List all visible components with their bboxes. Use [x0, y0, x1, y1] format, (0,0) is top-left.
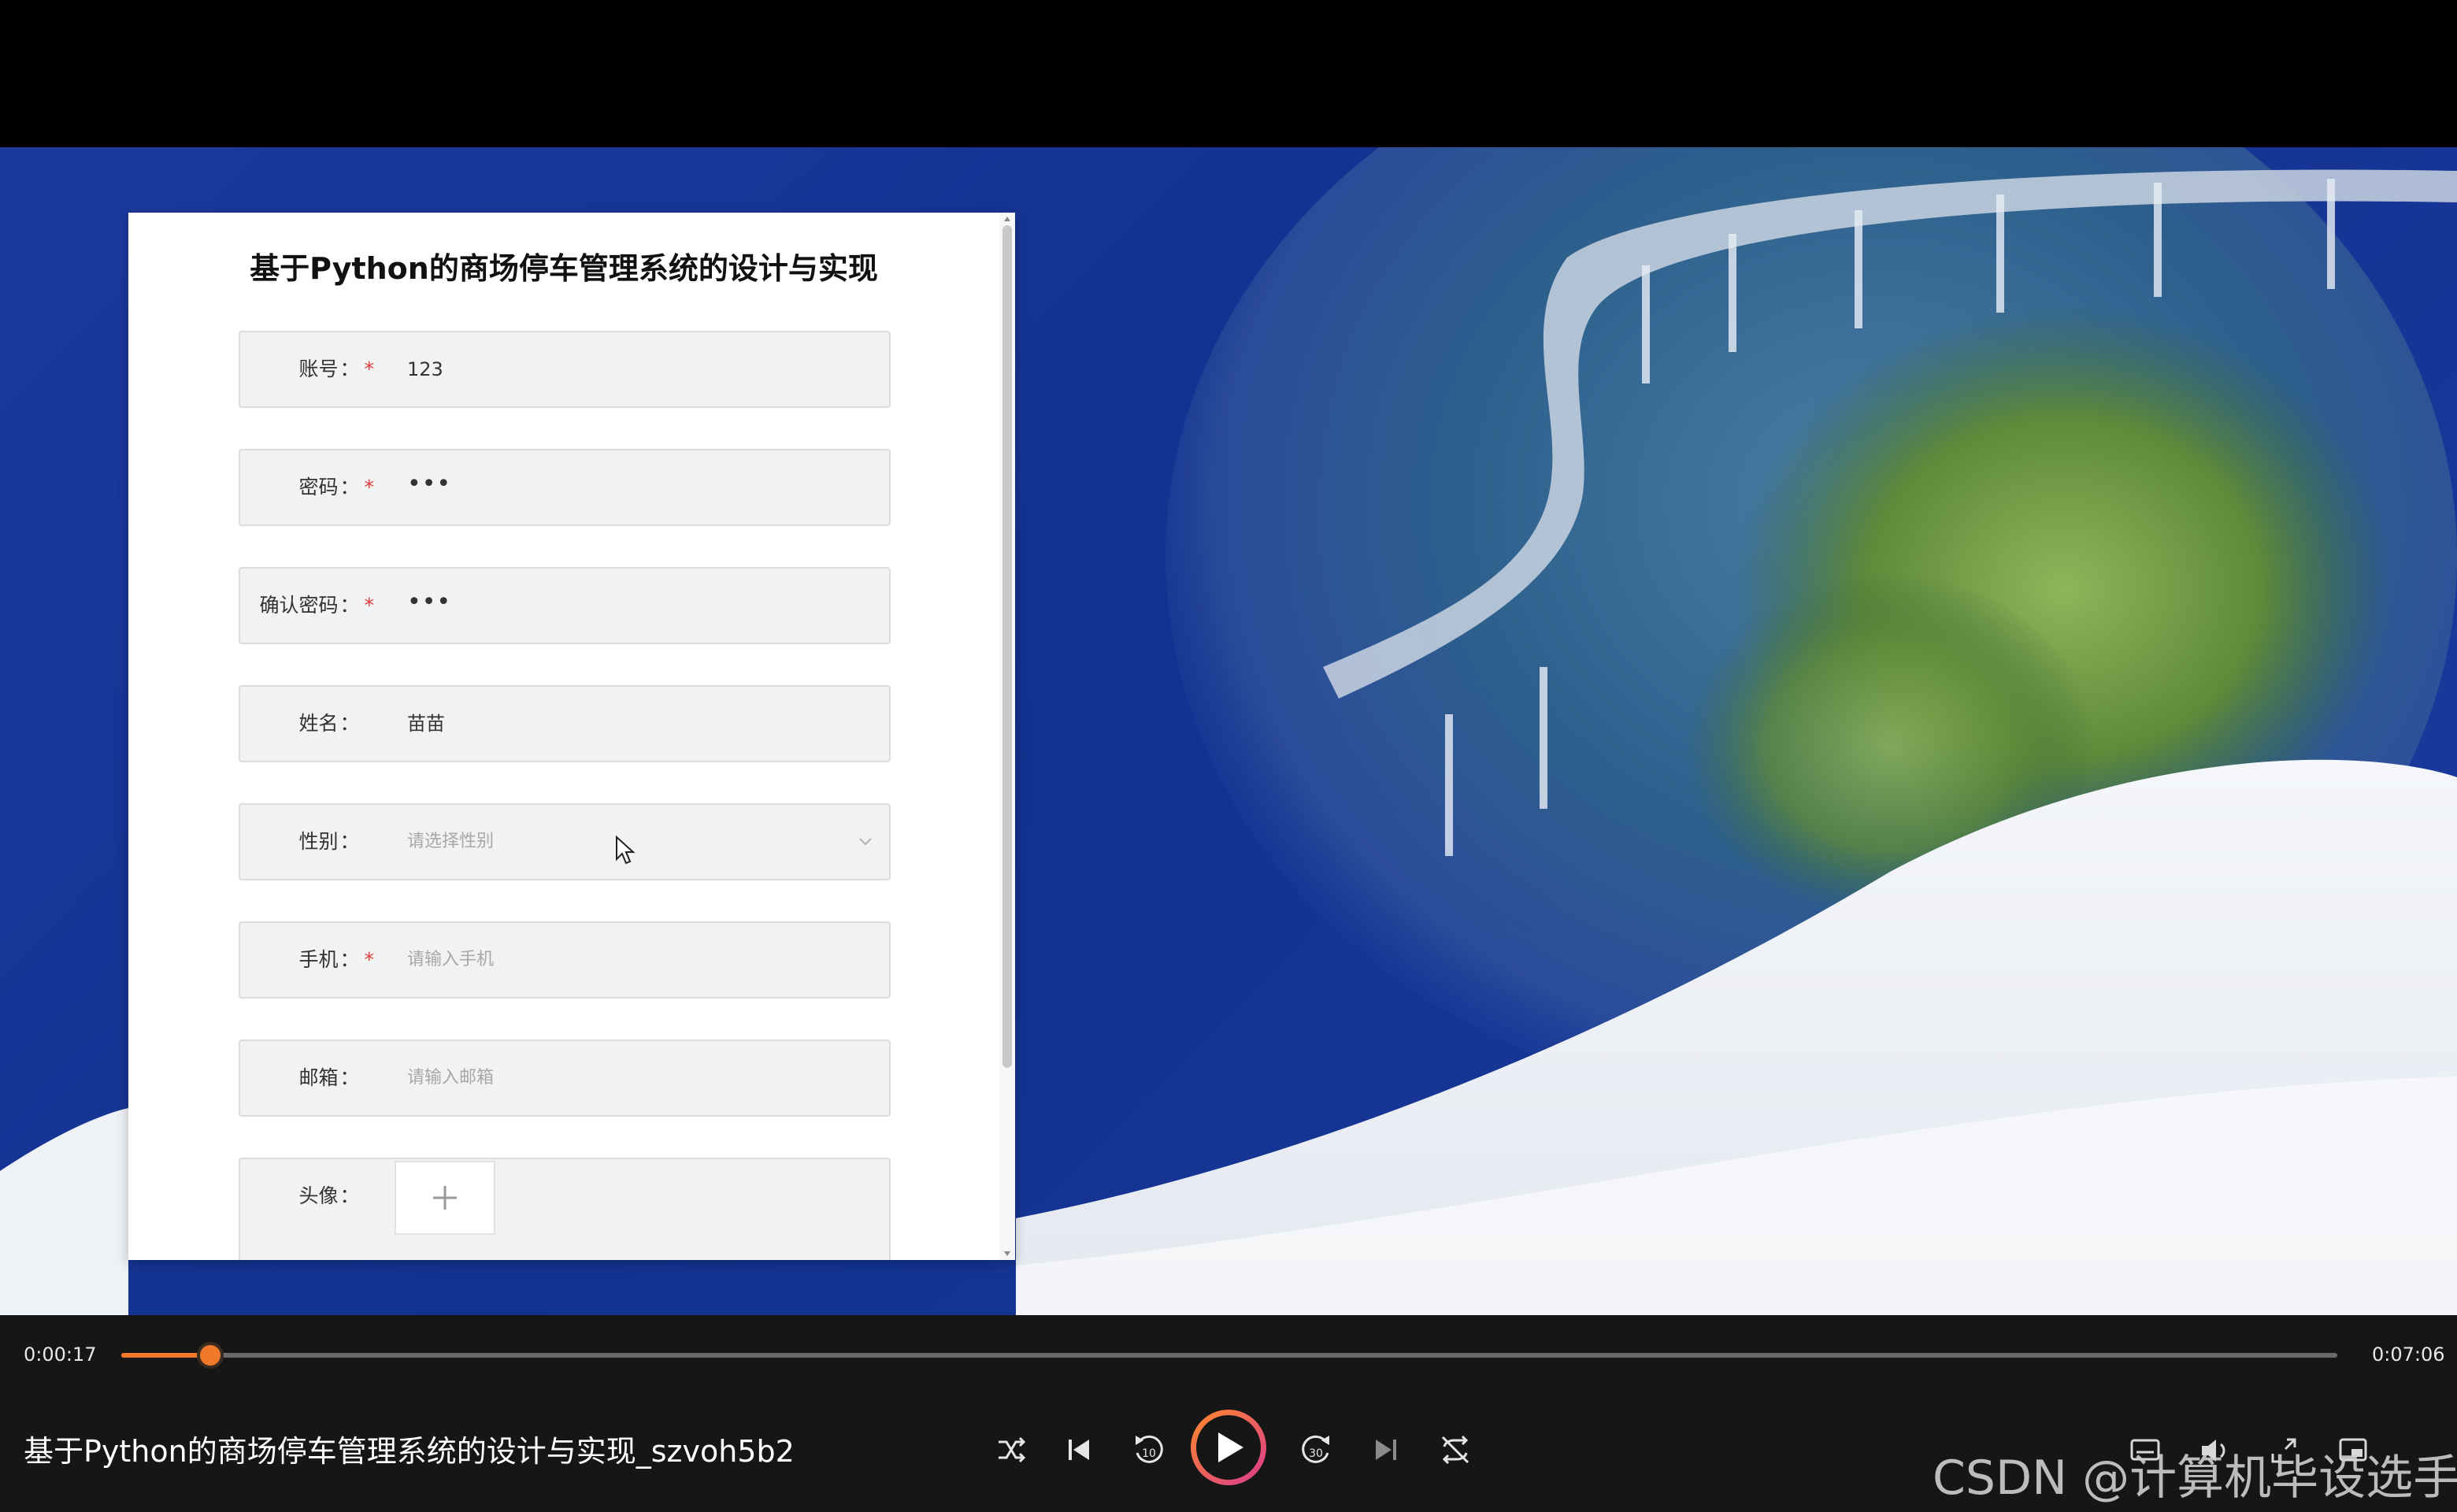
account-field[interactable]: 账号： * 123 [239, 331, 891, 408]
video-frame: 基于Python的商场停车管理系统的设计与实现 账号： * 123 密码： * ••… [0, 147, 2457, 1315]
confirm-password-input[interactable]: ••• [407, 565, 451, 639]
svg-text:30: 30 [1309, 1447, 1323, 1460]
gender-label: 性别 [298, 830, 339, 853]
total-time: 0:07:06 [2372, 1343, 2445, 1366]
current-time: 0:00:17 [24, 1343, 97, 1366]
loop-icon[interactable] [1435, 1429, 1476, 1470]
previous-icon[interactable] [1058, 1429, 1099, 1470]
gender-placeholder[interactable]: 请选择性别 [407, 805, 494, 879]
password-field[interactable]: 密码： * ••• [239, 449, 891, 526]
required-mark: * [364, 358, 375, 380]
name-input[interactable]: 苗苗 [407, 687, 445, 761]
scroll-up-arrow-icon[interactable] [1002, 214, 1012, 224]
chevron-down-icon[interactable] [856, 832, 875, 850]
password-input[interactable]: ••• [407, 447, 451, 521]
email-field[interactable]: 邮箱：* 请输入邮箱 [239, 1040, 891, 1117]
play-button[interactable] [1191, 1410, 1266, 1485]
account-label: 账号 [298, 358, 339, 380]
svg-text:10: 10 [1142, 1447, 1156, 1460]
scrollbar-thumb[interactable] [1002, 225, 1012, 1068]
watermark: CSDN @计算机毕设选手 [1933, 1451, 2457, 1506]
email-input[interactable]: 请输入邮箱 [407, 1041, 494, 1115]
account-input[interactable]: 123 [407, 332, 443, 406]
password-label: 密码 [298, 476, 339, 498]
scroll-down-arrow-icon[interactable] [1002, 1249, 1012, 1258]
required-mark: * [364, 476, 375, 498]
progress-bar[interactable] [121, 1342, 2337, 1369]
video-player-controls: 0:00:17 0:07:06 基于Python的商场停车管理系统的设计与实现_… [0, 1315, 2457, 1512]
phone-label: 手机 [298, 948, 339, 971]
email-label: 邮箱 [298, 1066, 339, 1089]
next-icon[interactable] [1366, 1429, 1406, 1470]
name-label: 姓名 [298, 712, 339, 735]
mouse-cursor-icon [616, 836, 636, 865]
forward-30-icon[interactable]: 30 [1296, 1429, 1337, 1470]
form-scrollbar[interactable] [999, 213, 1015, 1260]
confirm-password-field[interactable]: 确认密码： * ••• [239, 567, 891, 644]
confirm-password-label: 确认密码 [259, 594, 339, 617]
plus-icon [433, 1186, 457, 1210]
phone-field[interactable]: 手机： * 请输入手机 [239, 921, 891, 999]
page-title: 基于Python的商场停车管理系统的设计与实现 [250, 251, 878, 286]
required-mark: * [364, 948, 375, 971]
play-icon [1218, 1432, 1243, 1462]
gender-select[interactable]: 性别：* 请选择性别 [239, 803, 891, 880]
phone-input[interactable]: 请输入手机 [407, 923, 494, 997]
video-title: 基于Python的商场停车管理系统的设计与实现_szvoh5b2 [24, 1434, 795, 1469]
register-form-panel: 基于Python的商场停车管理系统的设计与实现 账号： * 123 密码： * ••… [128, 213, 1015, 1260]
avatar-field: 头像：* [239, 1158, 891, 1260]
avatar-label: 头像 [298, 1184, 339, 1207]
progress-handle[interactable] [197, 1342, 224, 1369]
shuffle-icon[interactable] [991, 1429, 1032, 1470]
required-mark: * [364, 594, 375, 617]
name-field[interactable]: 姓名：* 苗苗 [239, 685, 891, 762]
rewind-10-icon[interactable]: 10 [1128, 1429, 1169, 1470]
avatar-upload-button[interactable] [395, 1161, 495, 1235]
